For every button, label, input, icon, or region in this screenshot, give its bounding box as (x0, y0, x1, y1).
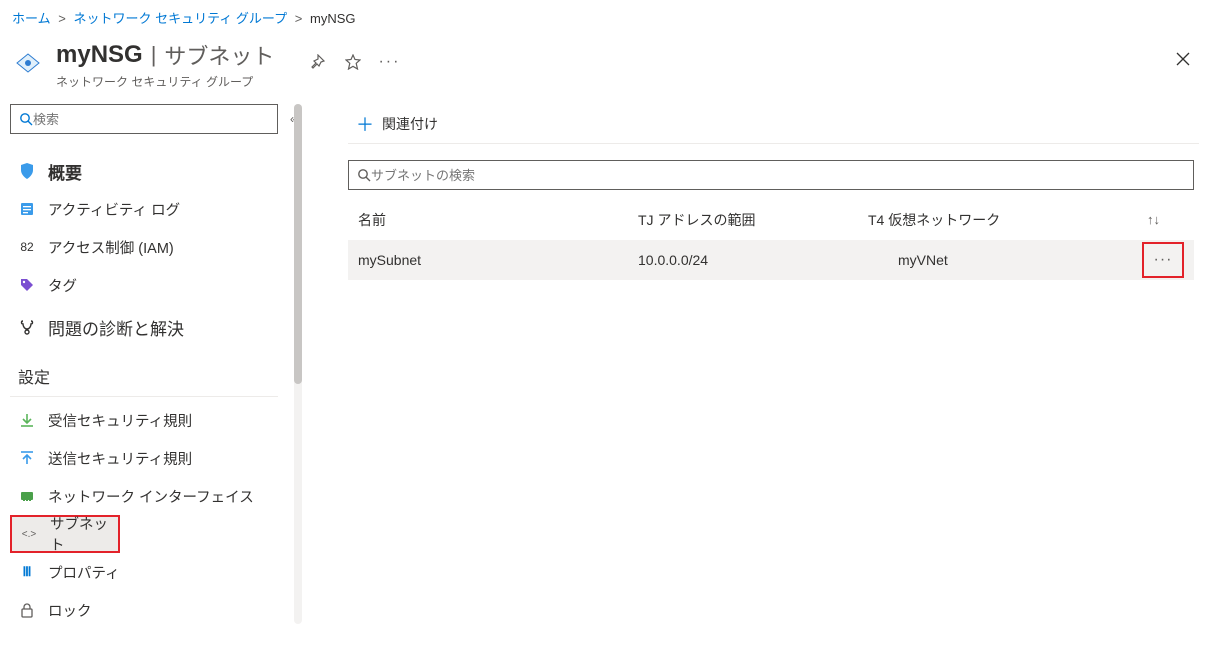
subnet-search-input[interactable] (371, 168, 1185, 183)
sidebar-item-label: 概要 (48, 159, 292, 184)
sidebar-item-label: 問題の診断と解決 (48, 315, 292, 340)
sidebar-item-network-interfaces[interactable]: ネットワーク インターフェイス (10, 477, 300, 515)
sidebar-item-label: 送信セキュリティ規則 (48, 448, 292, 469)
sidebar-section-settings: 設定 (10, 350, 278, 397)
breadcrumb: ホーム > ネットワーク セキュリティ グループ > myNSG (0, 0, 1211, 33)
sidebar-item-label: ロック (48, 600, 292, 621)
resource-type-label: ネットワーク セキュリティ グループ (56, 73, 274, 90)
iam-icon: 82 (18, 238, 36, 256)
sort-toggle[interactable]: ↑↓ (1147, 212, 1184, 227)
cell-name: mySubnet (358, 252, 598, 268)
sidebar-item-activity-log[interactable]: アクティビティ ログ (10, 190, 300, 228)
breadcrumb-sep: > (295, 11, 303, 26)
main-content: ＋ 関連付け 名前 TJ アドレスの範囲 T4 仮想ネットワーク ↑↓ mySu… (300, 104, 1211, 656)
sidebar-item-label: アクセス制御 (IAM) (48, 237, 292, 258)
page-section: サブネット (164, 39, 274, 71)
subnet-search[interactable] (348, 160, 1194, 190)
diagnose-icon (18, 318, 36, 336)
properties-icon: Ⅲ (18, 563, 36, 581)
cell-range: 10.0.0.0/24 (598, 252, 868, 268)
sidebar-item-iam[interactable]: 82 アクセス制御 (IAM) (10, 228, 300, 266)
resource-type-icon (10, 45, 46, 81)
sidebar-item-properties[interactable]: Ⅲ プロパティ (10, 553, 300, 591)
associate-label: 関連付け (382, 114, 438, 134)
page-title: myNSG (56, 41, 143, 69)
sidebar-item-label: 受信セキュリティ規則 (48, 410, 292, 431)
sidebar-item-diagnose[interactable]: 問題の診断と解決 (10, 304, 300, 350)
sidebar-item-inbound-rules[interactable]: 受信セキュリティ規則 (10, 401, 300, 439)
search-icon (357, 168, 371, 182)
associate-button[interactable]: ＋ 関連付け (348, 107, 446, 141)
sidebar-item-label: アクティビティ ログ (48, 199, 292, 220)
inbound-icon (18, 411, 36, 429)
pin-button[interactable] (304, 49, 330, 75)
outbound-icon (18, 449, 36, 467)
sidebar-item-label: プロパティ (48, 562, 292, 583)
header-actions: ··· (304, 49, 402, 75)
nic-icon (18, 487, 36, 505)
sidebar-item-overview[interactable]: 概要 (10, 152, 300, 190)
row-context-menu-button[interactable]: ··· (1142, 242, 1184, 278)
col-name[interactable]: 名前 (358, 210, 598, 230)
subnet-icon: <.> (20, 525, 38, 543)
sidebar-item-tags[interactable]: タグ (10, 266, 300, 304)
sidebar-search[interactable] (10, 104, 278, 134)
sidebar-search-input[interactable] (33, 112, 269, 127)
lock-icon (18, 601, 36, 619)
plus-icon: ＋ (356, 111, 374, 137)
tag-icon (18, 276, 36, 294)
breadcrumb-sep: > (58, 11, 66, 26)
more-button[interactable]: ··· (376, 49, 402, 75)
sidebar-item-label: サブネット (50, 513, 110, 555)
favorite-button[interactable] (340, 49, 366, 75)
col-address-range[interactable]: TJ アドレスの範囲 (598, 210, 868, 230)
breadcrumb-parent[interactable]: ネットワーク セキュリティ グループ (73, 11, 287, 26)
breadcrumb-home[interactable]: ホーム (12, 11, 51, 26)
header-title-block: myNSG | サブネット ネットワーク セキュリティ グループ (56, 39, 274, 90)
sidebar: « 概要 アクティビティ ログ 82 アクセス制御 (IAM) タグ (0, 104, 300, 656)
breadcrumb-current: myNSG (310, 11, 356, 26)
sidebar-item-outbound-rules[interactable]: 送信セキュリティ規則 (10, 439, 300, 477)
activity-log-icon (18, 200, 36, 218)
close-button[interactable] (1171, 47, 1195, 71)
shield-icon (18, 162, 36, 180)
table-row[interactable]: mySubnet 10.0.0.0/24 myVNet ··· (348, 240, 1194, 280)
sidebar-scrollbar-thumb[interactable] (294, 104, 302, 384)
subnets-table: 名前 TJ アドレスの範囲 T4 仮想ネットワーク ↑↓ mySubnet 10… (348, 200, 1194, 280)
toolbar: ＋ 関連付け (348, 104, 1199, 144)
table-header: 名前 TJ アドレスの範囲 T4 仮想ネットワーク ↑↓ (348, 200, 1194, 240)
sidebar-item-subnets[interactable]: <.> サブネット (10, 515, 120, 553)
title-separator: | (151, 42, 157, 68)
page-header: myNSG | サブネット ネットワーク セキュリティ グループ ··· (0, 33, 1211, 104)
sidebar-scrollbar[interactable] (294, 104, 302, 624)
col-vnet[interactable]: T4 仮想ネットワーク (868, 210, 1118, 230)
sidebar-item-label: タグ (48, 275, 292, 296)
sidebar-item-locks[interactable]: ロック (10, 591, 300, 629)
cell-vnet: myVNet (868, 252, 1118, 268)
sidebar-item-label: ネットワーク インターフェイス (48, 486, 292, 507)
search-icon (19, 112, 33, 126)
